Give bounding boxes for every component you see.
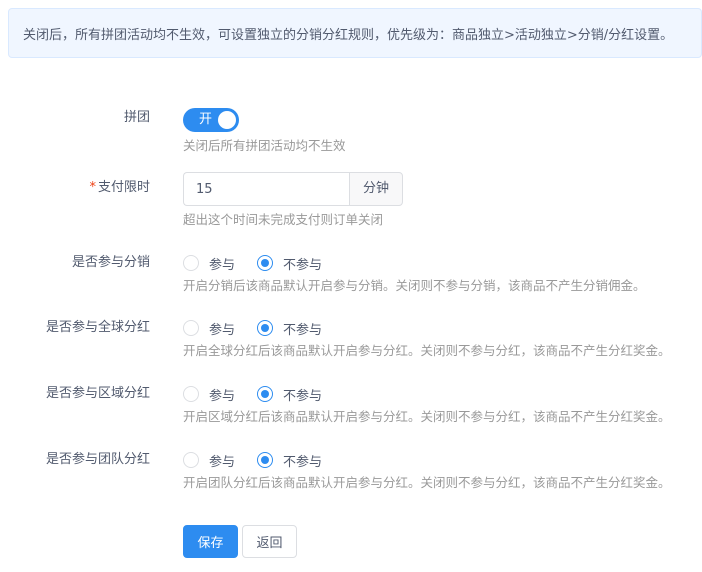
- regional-dividend-radio-join[interactable]: 参与: [183, 385, 235, 404]
- payment-limit-hint: 超出这个时间未完成支付则订单关闭: [183, 212, 384, 227]
- radio-label: 不参与: [283, 454, 323, 470]
- notice-text: 关闭后，所有拼团活动均不生效，可设置独立的分销分红规则，优先级为：商品独立>活动…: [23, 27, 674, 43]
- distribution-label: 是否参与分销: [71, 255, 150, 270]
- team-dividend-radio-join[interactable]: 参与: [183, 451, 235, 470]
- radio-label: 不参与: [283, 322, 323, 338]
- payment-limit-input[interactable]: [183, 172, 349, 206]
- global-dividend-radio-join[interactable]: 参与: [183, 319, 235, 338]
- radio-label: 不参与: [283, 257, 323, 273]
- regional-dividend-label: 是否参与区域分红: [45, 386, 150, 401]
- payment-limit-label: * 支付限时: [89, 178, 150, 198]
- payment-limit-input-group: 分钟: [183, 172, 403, 206]
- radio-circle: [183, 452, 199, 468]
- global-dividend-hint: 开启全球分红后该商品默认开启参与分红。关闭则不参与分红，该商品不产生分红奖金。: [183, 343, 671, 358]
- regional-dividend-radio-group: 参与 不参与: [183, 384, 344, 404]
- payment-limit-unit: 分钟: [349, 172, 403, 206]
- team-dividend-radio-not-join[interactable]: 不参与: [257, 451, 322, 470]
- group-buy-hint: 关闭后所有拼团活动均不生效: [183, 138, 346, 153]
- team-dividend-radio-group: 参与 不参与: [183, 450, 344, 470]
- group-buy-switch[interactable]: 开: [183, 108, 239, 132]
- payment-limit-label-text: 支付限时: [97, 180, 150, 195]
- switch-text: 开: [199, 112, 213, 127]
- distribution-radio-group: 参与 不参与: [183, 253, 344, 273]
- radio-label: 参与: [209, 388, 236, 404]
- save-button[interactable]: 保存: [183, 525, 238, 558]
- distribution-radio-join[interactable]: 参与: [183, 254, 235, 273]
- radio-circle-checked: [257, 320, 274, 336]
- regional-dividend-hint: 开启区域分红后该商品默认开启参与分红。关闭则不参与分红，该商品不产生分红奖金。: [183, 409, 671, 424]
- info-notice: 关闭后，所有拼团活动均不生效，可设置独立的分销分红规则，优先级为：商品独立>活动…: [8, 8, 702, 58]
- radio-label: 参与: [209, 454, 236, 470]
- required-mark: *: [89, 180, 96, 195]
- distribution-radio-not-join[interactable]: 不参与: [257, 254, 322, 273]
- radio-circle: [183, 386, 199, 402]
- back-button[interactable]: 返回: [242, 525, 297, 558]
- radio-circle-checked: [257, 386, 274, 402]
- global-dividend-radio-not-join[interactable]: 不参与: [257, 319, 322, 338]
- distribution-hint: 开启分销后该商品默认开启参与分销。关闭则不参与分销，该商品不产生分销佣金。: [183, 278, 646, 293]
- radio-circle: [183, 320, 199, 336]
- radio-circle-checked: [257, 255, 274, 271]
- radio-label: 不参与: [283, 388, 323, 404]
- radio-label: 参与: [209, 257, 236, 273]
- radio-circle: [183, 255, 199, 271]
- switch-knob: [218, 111, 236, 129]
- global-dividend-label: 是否参与全球分红: [45, 320, 150, 335]
- global-dividend-radio-group: 参与 不参与: [183, 318, 344, 338]
- group-buy-label: 拼团: [123, 110, 150, 125]
- radio-circle-checked: [257, 452, 274, 468]
- team-dividend-hint: 开启团队分红后该商品默认开启参与分红。关闭则不参与分红，该商品不产生分红奖金。: [183, 475, 671, 490]
- regional-dividend-radio-not-join[interactable]: 不参与: [257, 385, 322, 404]
- radio-label: 参与: [209, 322, 236, 338]
- team-dividend-label: 是否参与团队分红: [45, 452, 150, 467]
